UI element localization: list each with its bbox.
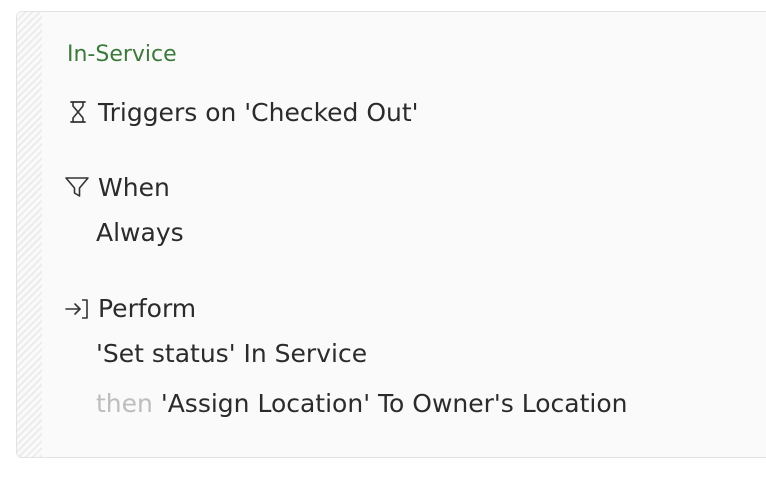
card-left-stripe bbox=[17, 12, 42, 457]
condition-value: Always bbox=[96, 218, 184, 247]
rule-title[interactable]: In-Service bbox=[67, 40, 177, 70]
trigger-label: Triggers on 'Checked Out' bbox=[98, 98, 419, 127]
hourglass-icon bbox=[70, 101, 86, 123]
condition-heading: When bbox=[98, 173, 170, 202]
automation-rule-card[interactable]: In-Service Triggers on 'Checked Out' Whe… bbox=[16, 11, 766, 458]
action-step-text: 'Assign Location' To Owner's Location bbox=[160, 389, 628, 418]
action-step: 'Set status' In Service bbox=[96, 339, 368, 368]
action-heading: Perform bbox=[98, 294, 197, 323]
filter-icon bbox=[65, 177, 89, 197]
action-step: then 'Assign Location' To Owner's Locati… bbox=[96, 388, 628, 420]
sign-in-arrow-icon bbox=[65, 299, 88, 319]
then-connector: then bbox=[96, 389, 153, 418]
